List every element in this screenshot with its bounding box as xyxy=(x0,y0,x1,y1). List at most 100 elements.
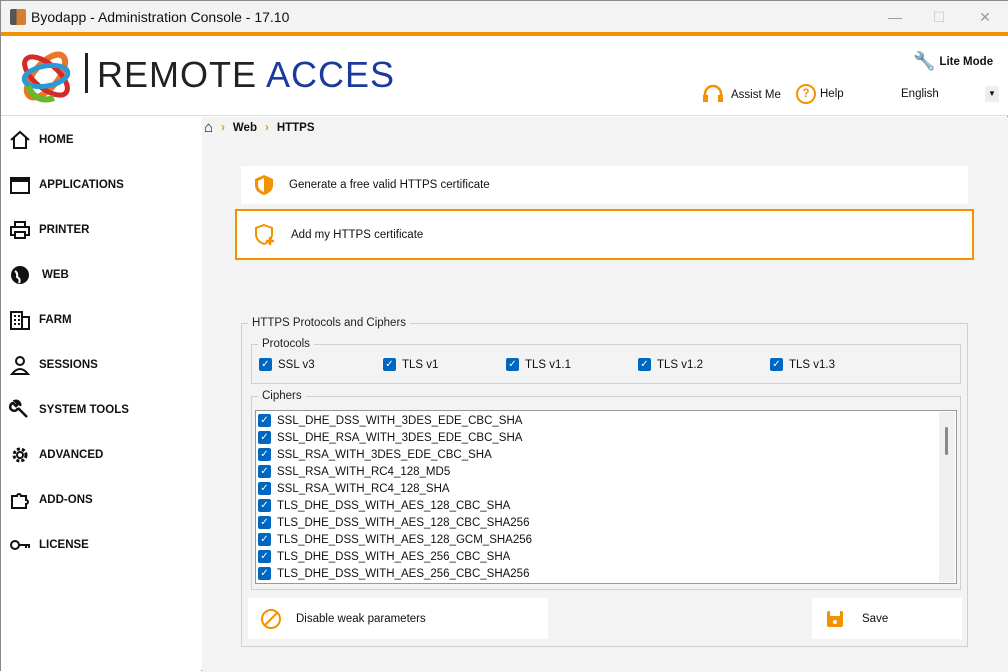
assist-me-label: Assist Me xyxy=(731,89,781,101)
protocol-checkbox[interactable]: ✓ SSL v3 xyxy=(259,358,315,371)
language-select[interactable]: English ▼ xyxy=(899,84,1001,104)
lite-mode-button[interactable]: 🔧 Lite Mode xyxy=(913,51,993,72)
protocol-checkbox[interactable]: ✓ TLS v1.1 xyxy=(506,358,571,371)
generate-certificate-button[interactable]: Generate a free valid HTTPS certificate xyxy=(241,166,968,204)
cipher-item[interactable]: ✓ TLS_DHE_DSS_WITH_AES_256_CBC_SHA xyxy=(256,548,956,565)
close-button[interactable]: ✕ xyxy=(973,5,997,29)
protocol-label: TLS v1.1 xyxy=(525,358,572,371)
sidebar-item-advanced[interactable]: ADVANCED xyxy=(1,435,201,475)
cipher-label: SSL_DHE_RSA_WITH_3DES_EDE_CBC_SHA xyxy=(277,431,523,444)
protocol-label: TLS v1 xyxy=(402,358,439,371)
building-icon xyxy=(10,311,30,330)
title-bar: Byodapp - Administration Console - 17.10… xyxy=(1,1,1008,33)
sidebar-item-web[interactable]: WEB xyxy=(1,255,201,295)
checkbox-checked-icon[interactable]: ✓ xyxy=(259,358,272,371)
prohibited-icon xyxy=(261,608,281,629)
home-icon xyxy=(10,130,30,149)
cipher-item[interactable]: ✓ TLS_DHE_DSS_WITH_AES_128_CBC_SHA256 xyxy=(256,514,956,531)
sidebar-item-add-ons[interactable]: ADD-ONS xyxy=(1,480,201,520)
sidebar-item-label: ADD-ONS xyxy=(39,494,93,506)
protocol-checkbox[interactable]: ✓ TLS v1 xyxy=(383,358,438,371)
gear-icon xyxy=(12,447,28,463)
breadcrumb-https: HTTPS xyxy=(276,121,315,134)
main-content: ⌂ › Web › HTTPS Generate a free valid HT… xyxy=(202,117,1008,672)
chevron-right-icon: › xyxy=(264,121,269,134)
checkbox-checked-icon[interactable]: ✓ xyxy=(506,358,519,371)
checkbox-checked-icon[interactable]: ✓ xyxy=(258,567,271,580)
cipher-item[interactable]: ✓ SSL_DHE_RSA_WITH_3DES_EDE_CBC_SHA xyxy=(256,429,956,446)
protocol-label: TLS v1.3 xyxy=(789,358,836,371)
checkbox-checked-icon[interactable]: ✓ xyxy=(258,431,271,444)
printer-icon xyxy=(10,221,30,239)
home-icon[interactable]: ⌂ xyxy=(204,119,213,136)
checkbox-checked-icon[interactable]: ✓ xyxy=(258,482,271,495)
sidebar: HOME APPLICATIONS PRINTER WEB FARM SESSI… xyxy=(1,117,201,672)
sidebar-item-label: HOME xyxy=(39,134,74,146)
sidebar-item-license[interactable]: LICENSE xyxy=(1,525,201,565)
ciphers-listbox[interactable]: ✓ SSL_DHE_DSS_WITH_3DES_EDE_CBC_SHA ✓ SSL_D… xyxy=(255,410,957,584)
language-value: English xyxy=(901,88,939,100)
maximize-button[interactable]: ☐ xyxy=(927,5,951,29)
checkbox-checked-icon[interactable]: ✓ xyxy=(770,358,783,371)
help-button[interactable]: ? Help xyxy=(796,84,844,104)
help-icon: ? xyxy=(796,84,816,104)
sidebar-item-sessions[interactable]: SESSIONS xyxy=(1,345,201,385)
wrench-icon xyxy=(9,399,28,418)
protocol-checkbox[interactable]: ✓ TLS v1.3 xyxy=(770,358,835,371)
checkbox-checked-icon[interactable]: ✓ xyxy=(258,550,271,563)
sidebar-item-farm[interactable]: FARM xyxy=(1,300,201,340)
puzzle-icon xyxy=(11,493,29,509)
sidebar-item-label: WEB xyxy=(42,269,69,281)
breadcrumb: ⌂ › Web › HTTPS xyxy=(204,119,315,136)
generate-certificate-label: Generate a free valid HTTPS certificate xyxy=(289,179,490,191)
key-icon xyxy=(10,540,30,550)
cipher-label: TLS_DHE_DSS_WITH_AES_128_CBC_SHA256 xyxy=(277,516,530,529)
checkbox-checked-icon[interactable]: ✓ xyxy=(258,533,271,546)
minimize-button[interactable]: — xyxy=(883,5,907,29)
scrollbar[interactable] xyxy=(939,412,955,582)
app-icon xyxy=(10,9,26,25)
lite-mode-label: Lite Mode xyxy=(939,55,994,68)
sidebar-item-system-tools[interactable]: SYSTEM TOOLS xyxy=(1,390,201,430)
cipher-item[interactable]: ✓ TLS_DHE_DSS_WITH_AES_128_GCM_SHA256 xyxy=(256,531,956,548)
scrollbar-thumb[interactable] xyxy=(945,427,948,455)
wrench-icon: 🔧 xyxy=(913,51,936,71)
sidebar-item-label: FARM xyxy=(39,314,72,326)
window-title: Byodapp - Administration Console - 17.10 xyxy=(31,9,290,25)
chevron-down-icon[interactable]: ▼ xyxy=(985,86,999,102)
save-button[interactable]: Save xyxy=(812,598,962,639)
checkbox-checked-icon[interactable]: ✓ xyxy=(383,358,396,371)
breadcrumb-web[interactable]: Web xyxy=(233,122,257,134)
checkbox-checked-icon[interactable]: ✓ xyxy=(258,516,271,529)
logo-text: REMOTE ACCES xyxy=(97,54,396,95)
cipher-label: TLS_DHE_DSS_WITH_AES_128_GCM_SHA256 xyxy=(277,533,533,546)
checkbox-checked-icon[interactable]: ✓ xyxy=(258,448,271,461)
disable-weak-parameters-button[interactable]: Disable weak parameters xyxy=(248,598,548,639)
protocols-title: Protocols xyxy=(262,338,310,350)
cipher-item[interactable]: ✓ SSL_DHE_DSS_WITH_3DES_EDE_CBC_SHA xyxy=(256,412,956,429)
header: REMOTE ACCES 🔧 Lite Mode Assist Me ? Help … xyxy=(1,36,1008,116)
help-label: Help xyxy=(820,88,844,100)
cipher-item[interactable]: ✓ SSL_RSA_WITH_RC4_128_MD5 xyxy=(256,463,956,480)
protocol-checkbox[interactable]: ✓ TLS v1.2 xyxy=(638,358,703,371)
checkbox-checked-icon[interactable]: ✓ xyxy=(258,499,271,512)
cipher-item[interactable]: ✓ SSL_RSA_WITH_RC4_128_SHA xyxy=(256,480,956,497)
sidebar-item-printer[interactable]: PRINTER xyxy=(1,210,201,250)
checkbox-checked-icon[interactable]: ✓ xyxy=(638,358,651,371)
group-title: HTTPS Protocols and Ciphers xyxy=(252,317,407,329)
sidebar-item-label: APPLICATIONS xyxy=(39,179,124,191)
assist-me-button[interactable]: Assist Me xyxy=(701,84,781,106)
user-icon xyxy=(9,356,31,375)
sidebar-item-applications[interactable]: APPLICATIONS xyxy=(1,165,201,205)
cipher-item[interactable]: ✓ TLS_DHE_DSS_WITH_AES_256_CBC_SHA256 xyxy=(256,565,956,582)
logo-divider xyxy=(85,53,88,93)
window-icon xyxy=(10,177,30,194)
sidebar-item-home[interactable]: HOME xyxy=(1,120,201,160)
chevron-right-icon: › xyxy=(221,121,225,134)
add-certificate-button[interactable]: Add my HTTPS certificate xyxy=(235,209,974,260)
cipher-label: SSL_RSA_WITH_RC4_128_MD5 xyxy=(277,465,451,478)
cipher-item[interactable]: ✓ SSL_RSA_WITH_3DES_EDE_CBC_SHA xyxy=(256,446,956,463)
checkbox-checked-icon[interactable]: ✓ xyxy=(258,414,271,427)
cipher-item[interactable]: ✓ TLS_DHE_DSS_WITH_AES_128_CBC_SHA xyxy=(256,497,956,514)
checkbox-checked-icon[interactable]: ✓ xyxy=(258,465,271,478)
